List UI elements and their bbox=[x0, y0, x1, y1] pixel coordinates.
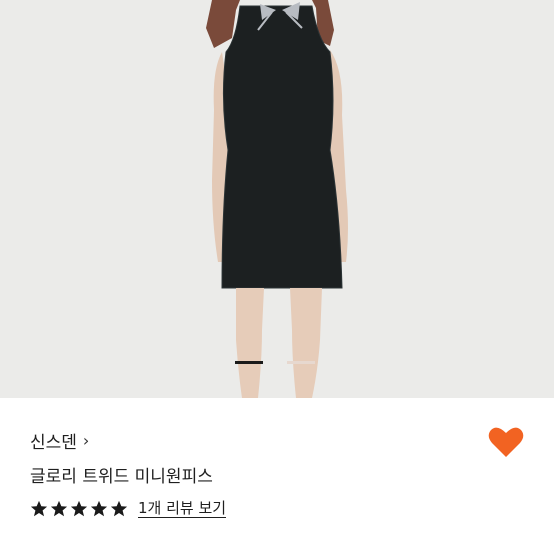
carousel-indicator-active[interactable] bbox=[235, 361, 263, 364]
product-name: 글로리 트위드 미니원피스 bbox=[30, 467, 213, 487]
brand-link[interactable]: 신스덴 › bbox=[30, 428, 89, 453]
brand-name: 신스덴 bbox=[30, 433, 77, 453]
heart-icon[interactable] bbox=[488, 426, 524, 458]
rating: 1개 리뷰 보기 bbox=[30, 499, 227, 518]
star-icon bbox=[70, 500, 88, 516]
review-link[interactable]: 1개 리뷰 보기 bbox=[138, 499, 227, 518]
star-icon bbox=[90, 500, 108, 516]
carousel-indicator[interactable] bbox=[287, 361, 315, 364]
star-icon bbox=[110, 500, 128, 516]
star-icon bbox=[50, 500, 68, 516]
product-image[interactable] bbox=[0, 0, 554, 398]
star-icon bbox=[30, 500, 48, 516]
dress-model-photo bbox=[206, 0, 348, 398]
product-info: 신스덴 › 글로리 트위드 미니원피스 1개 리뷰 보기 bbox=[0, 398, 554, 554]
chevron-right-icon: › bbox=[82, 431, 90, 450]
